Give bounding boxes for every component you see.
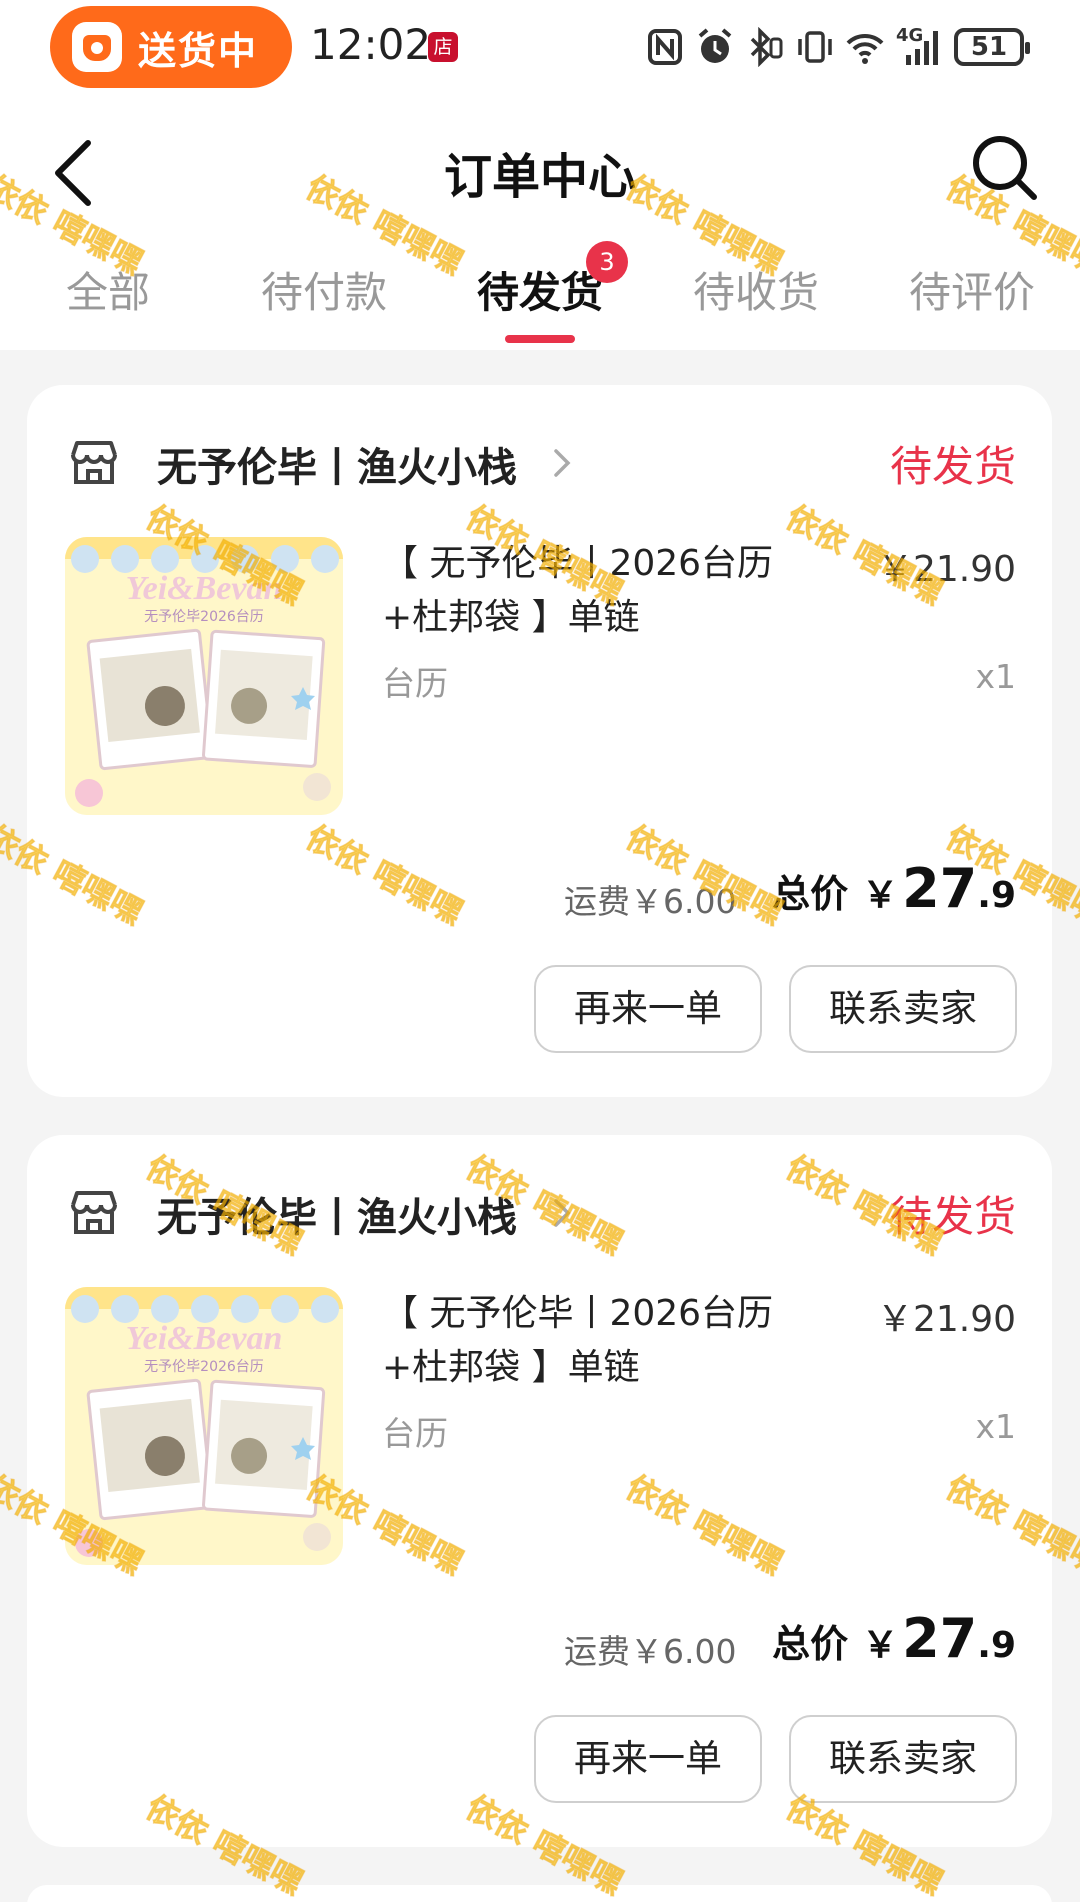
tab-count-badge: 3: [586, 241, 628, 283]
thumb-subtitle: 无予伦毕2026台历: [144, 1359, 264, 1375]
shop-name[interactable]: 无予伦毕丨渔火小栈: [157, 1185, 517, 1243]
product-spec: 台历: [382, 664, 448, 703]
product-thumbnail[interactable]: Yei&Bevan 无予伦毕2026台历: [65, 1287, 343, 1565]
product-title[interactable]: 【 无予伦毕丨2026台历+杜邦袋 】单链: [382, 1287, 822, 1395]
bluetooth-icon: [746, 26, 784, 68]
clock: 12:02: [310, 20, 432, 69]
wifi-icon: [846, 27, 884, 67]
product-quantity: x1: [975, 657, 1016, 696]
tab-label: 待收货: [692, 268, 819, 317]
chevron-right-icon[interactable]: [551, 445, 573, 481]
tab-pending-shipment[interactable]: 待发货 3: [432, 241, 648, 345]
product-price: ￥21.90: [876, 1299, 1016, 1340]
shipping-fee: 运费￥6.00: [564, 882, 737, 921]
order-total: 总价 ￥ 27 .9: [772, 1607, 1016, 1670]
product-quantity: x1: [975, 1407, 1016, 1446]
signal-icon: 4G: [896, 25, 942, 67]
tab-label: 待发货: [476, 268, 603, 317]
page-title: 订单中心: [443, 149, 636, 205]
battery-icon: 51: [954, 28, 1030, 66]
tab-pending-receipt[interactable]: 待收货: [648, 245, 864, 345]
tab-label: 全部: [65, 268, 150, 317]
delivery-app-icon: [72, 22, 122, 72]
product-spec: 台历: [382, 1414, 448, 1453]
thumb-subtitle: 无予伦毕2026台历: [144, 609, 264, 625]
tab-pending-review[interactable]: 待评价: [864, 245, 1080, 345]
contact-seller-button[interactable]: 联系卖家: [789, 1715, 1017, 1803]
status-bar: 送货中 12:02 店 4G 51: [0, 0, 1080, 95]
alarm-icon: [696, 27, 734, 67]
shop-icon: [67, 435, 121, 489]
tab-label: 待评价: [908, 268, 1035, 317]
contact-seller-button[interactable]: 联系卖家: [789, 965, 1017, 1053]
tab-all[interactable]: 全部: [0, 245, 216, 345]
chevron-right-icon[interactable]: [551, 1195, 573, 1231]
nfc-icon: [646, 27, 684, 67]
search-icon[interactable]: [968, 131, 1040, 203]
shop-icon: [67, 1185, 121, 1239]
active-tab-indicator: [505, 335, 575, 343]
total-integer: 27: [902, 1607, 978, 1670]
network-type-label: 4G: [896, 25, 924, 46]
reorder-button[interactable]: 再来一单: [534, 965, 762, 1053]
total-currency: ￥: [862, 875, 899, 916]
thumb-title: Yei&Bevan: [126, 570, 283, 607]
thumb-title: Yei&Bevan: [126, 1320, 283, 1357]
order-card[interactable]: 无予伦毕丨渔火小栈 待发货 Yei&Bevan 无予伦毕2026台历 【 无予伦…: [27, 1135, 1052, 1847]
product-title[interactable]: 【 无予伦毕丨2026台历+杜邦袋 】单链: [382, 537, 822, 645]
delivery-status-pill[interactable]: 送货中: [50, 6, 292, 88]
total-decimal: .9: [977, 875, 1016, 916]
total-decimal: .9: [977, 1625, 1016, 1666]
order-total: 总价 ￥ 27 .9: [772, 857, 1016, 920]
order-status: 待发货: [889, 1192, 1016, 1241]
tab-pending-payment[interactable]: 待付款: [216, 245, 432, 345]
product-thumbnail[interactable]: Yei&Bevan 无予伦毕2026台历: [65, 537, 343, 815]
product-price: ￥21.90: [876, 549, 1016, 590]
store-badge-icon: 店: [428, 32, 458, 62]
total-currency: ￥: [862, 1625, 899, 1666]
order-card[interactable]: 无予伦毕丨渔火小栈 待发货 Yei&Bevan 无予伦毕2026台历 【 无予伦…: [27, 385, 1052, 1097]
header: 订单中心 全部 待付款 待发货 3 待收货 待评价: [0, 95, 1080, 350]
vibrate-icon: [796, 27, 834, 67]
system-icons: 4G 51: [646, 22, 1030, 72]
total-label: 总价: [772, 1622, 849, 1666]
order-tabs: 全部 待付款 待发货 3 待收货 待评价: [0, 241, 1080, 345]
tab-label: 待付款: [260, 268, 387, 317]
total-label: 总价: [772, 872, 849, 916]
shipping-fee: 运费￥6.00: [564, 1632, 737, 1671]
delivery-status-label: 送货中: [138, 28, 259, 73]
order-status: 待发货: [889, 442, 1016, 491]
total-integer: 27: [902, 857, 978, 920]
order-card[interactable]: [27, 1885, 1052, 1902]
shop-name[interactable]: 无予伦毕丨渔火小栈: [157, 435, 517, 493]
reorder-button[interactable]: 再来一单: [534, 1715, 762, 1803]
